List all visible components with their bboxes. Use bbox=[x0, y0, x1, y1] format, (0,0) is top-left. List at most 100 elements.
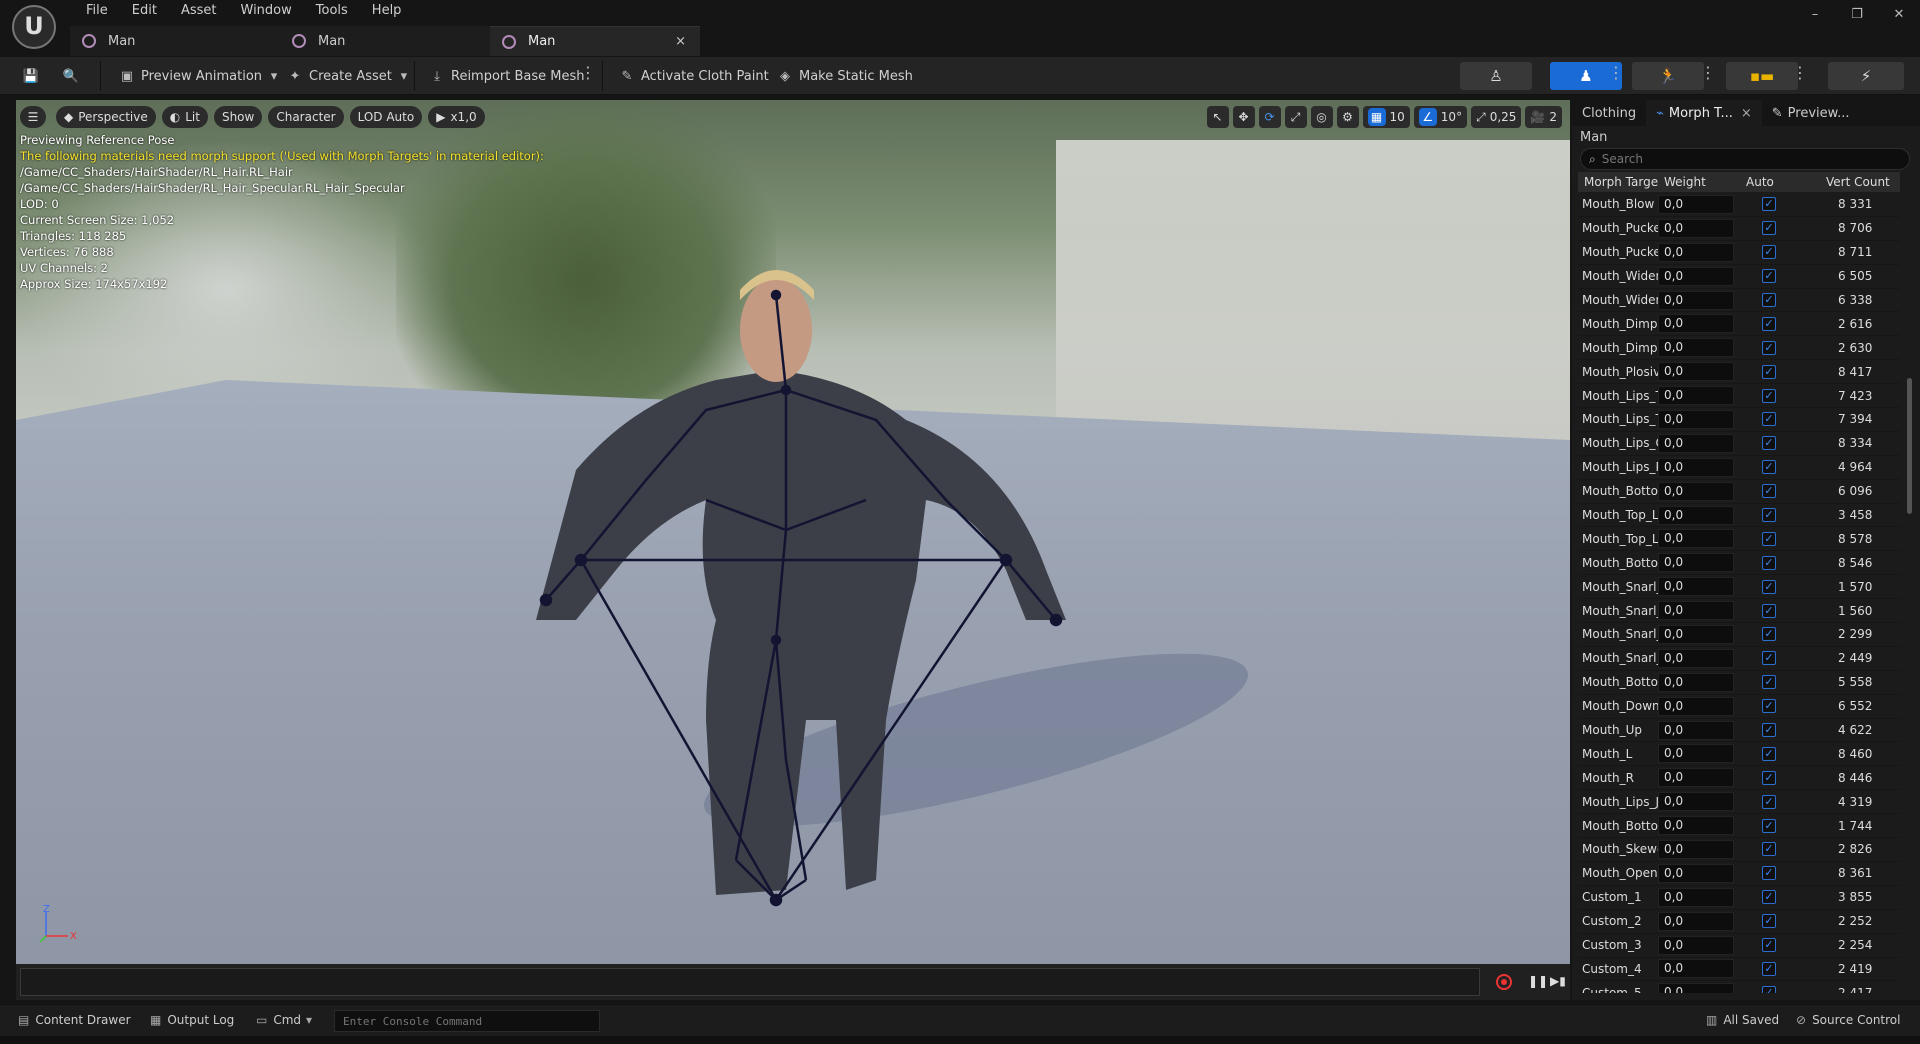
close-tab-icon[interactable]: × bbox=[675, 34, 686, 49]
playback-speed-button[interactable]: ▶ x1,0 bbox=[428, 106, 485, 128]
panel-scrollbar[interactable] bbox=[1907, 378, 1912, 514]
close-tab-icon[interactable]: × bbox=[1741, 106, 1752, 121]
auto-checkbox[interactable]: ✓ bbox=[1762, 866, 1776, 881]
morph-weight-field[interactable]: 0,0 bbox=[1658, 601, 1734, 621]
morph-target-row[interactable]: Mouth_Bottom0,0 ✓ 5 558 bbox=[1578, 671, 1900, 695]
morph-weight-field[interactable]: 0,0 bbox=[1658, 194, 1734, 214]
skeleton-mode-button[interactable]: ♙ bbox=[1460, 62, 1532, 90]
menu-help[interactable]: Help bbox=[360, 3, 414, 19]
search-input[interactable] bbox=[1601, 152, 1892, 166]
blueprint-mode-options-icon[interactable]: ⋮ bbox=[1792, 63, 1808, 82]
morph-weight-field[interactable]: 0,0 bbox=[1658, 242, 1734, 262]
menu-window[interactable]: Window bbox=[229, 3, 304, 19]
morph-target-row[interactable]: Mouth_Plosive0,0 ✓ 8 417 bbox=[1578, 360, 1900, 385]
morph-weight-field[interactable]: 0,0 bbox=[1658, 290, 1734, 310]
auto-checkbox[interactable]: ✓ bbox=[1762, 651, 1776, 666]
camera-speed-button[interactable]: 🎥 2 bbox=[1525, 106, 1562, 128]
morph-weight-field[interactable]: 0,0 bbox=[1658, 386, 1734, 406]
morph-weight-field[interactable]: 0,0 bbox=[1658, 959, 1734, 979]
auto-checkbox[interactable]: ✓ bbox=[1762, 555, 1776, 570]
all-saved-button[interactable]: ▥ All Saved bbox=[1706, 1013, 1779, 1027]
record-button[interactable] bbox=[1496, 974, 1512, 990]
morph-target-row[interactable]: Custom_4 0,0 ✓ 2 419 bbox=[1578, 958, 1900, 982]
morph-target-row[interactable]: Mouth_Blow 0,0 ✓ 8 331 bbox=[1578, 193, 1900, 217]
morph-target-row[interactable]: Mouth_Down 0,0 ✓ 6 552 bbox=[1578, 695, 1900, 719]
morph-target-row[interactable]: Custom_5 0,0 ✓ 2 417 bbox=[1578, 981, 1900, 993]
auto-checkbox[interactable]: ✓ bbox=[1762, 938, 1776, 953]
world-local-icon[interactable]: ◎ bbox=[1310, 106, 1333, 128]
morph-weight-field[interactable]: 0,0 bbox=[1658, 816, 1734, 836]
col-vert-count[interactable]: Vert Count bbox=[1820, 175, 1900, 189]
character-button[interactable]: Character bbox=[268, 106, 344, 128]
pause-button[interactable]: ❚❚ bbox=[1528, 974, 1548, 988]
auto-checkbox[interactable]: ✓ bbox=[1762, 675, 1776, 690]
menu-tools[interactable]: Tools bbox=[304, 3, 360, 19]
morph-target-row[interactable]: Mouth_Snarl_l 0,0 ✓ 1 570 bbox=[1578, 575, 1900, 600]
morph-target-row[interactable]: Mouth_Lips_O 0,0 ✓ 8 334 bbox=[1578, 432, 1900, 456]
morph-target-row[interactable]: Mouth_Snarl_l 0,0 ✓ 2 449 bbox=[1578, 647, 1900, 671]
morph-weight-field[interactable]: 0,0 bbox=[1658, 720, 1734, 740]
morph-weight-field[interactable]: 0,0 bbox=[1658, 792, 1734, 812]
morph-weight-field[interactable]: 0,0 bbox=[1658, 409, 1734, 429]
auto-checkbox[interactable]: ✓ bbox=[1762, 508, 1776, 523]
animation-mode-button[interactable]: 🏃 bbox=[1632, 62, 1704, 90]
morph-target-row[interactable]: Mouth_Snarl_l 0,0 ✓ 2 299 bbox=[1578, 623, 1900, 647]
activate-cloth-paint-button[interactable]: ✎ Activate Cloth Paint bbox=[618, 63, 769, 89]
unreal-logo-icon[interactable]: U bbox=[12, 5, 56, 49]
morph-weight-field[interactable]: 0,0 bbox=[1658, 863, 1734, 883]
morph-weight-field[interactable]: 0,0 bbox=[1658, 672, 1734, 692]
make-static-mesh-button[interactable]: ◈ Make Static Mesh bbox=[776, 63, 913, 89]
menu-file[interactable]: File bbox=[74, 3, 120, 19]
morph-weight-field[interactable]: 0,0 bbox=[1658, 481, 1734, 501]
auto-checkbox[interactable]: ✓ bbox=[1762, 245, 1776, 260]
auto-checkbox[interactable]: ✓ bbox=[1762, 364, 1776, 379]
morph-target-row[interactable]: Mouth_Lips_J 0,0 ✓ 4 319 bbox=[1578, 790, 1900, 815]
morph-weight-field[interactable]: 0,0 bbox=[1658, 983, 1734, 993]
morph-target-row[interactable]: Custom_2 0,0 ✓ 2 252 bbox=[1578, 910, 1900, 934]
morph-target-row[interactable]: Mouth_Lips_P 0,0 ✓ 4 964 bbox=[1578, 456, 1900, 480]
grid-snap-button[interactable]: ▦ 10 bbox=[1362, 106, 1410, 128]
auto-checkbox[interactable]: ✓ bbox=[1762, 412, 1776, 427]
rotate-icon[interactable]: ⟳ bbox=[1258, 106, 1281, 128]
auto-checkbox[interactable]: ✓ bbox=[1762, 961, 1776, 976]
morph-weight-field[interactable]: 0,0 bbox=[1658, 362, 1734, 382]
content-drawer-button[interactable]: ▤ Content Drawer bbox=[18, 1013, 131, 1027]
auto-checkbox[interactable]: ✓ bbox=[1762, 794, 1776, 809]
auto-checkbox[interactable]: ✓ bbox=[1762, 842, 1776, 857]
morph-weight-field[interactable]: 0,0 bbox=[1658, 314, 1734, 334]
morph-weight-field[interactable]: 0,0 bbox=[1658, 505, 1734, 525]
morph-target-row[interactable]: Mouth_L 0,0 ✓ 8 460 bbox=[1578, 742, 1900, 767]
morph-target-row[interactable]: Mouth_Dimple0,0 ✓ 2 630 bbox=[1578, 336, 1900, 361]
morph-target-row[interactable]: Mouth_Up 0,0 ✓ 4 622 bbox=[1578, 719, 1900, 743]
morph-weight-field[interactable]: 0,0 bbox=[1658, 457, 1734, 477]
auto-checkbox[interactable]: ✓ bbox=[1762, 699, 1776, 714]
auto-checkbox[interactable]: ✓ bbox=[1762, 197, 1776, 212]
morph-target-row[interactable]: Mouth_Snarl_l 0,0 ✓ 1 560 bbox=[1578, 599, 1900, 624]
auto-checkbox[interactable]: ✓ bbox=[1762, 436, 1776, 451]
select-mode-icon[interactable]: ↖ bbox=[1206, 106, 1229, 128]
morph-target-row[interactable]: Mouth_Lips_T 0,0 ✓ 7 423 bbox=[1578, 384, 1900, 409]
morph-target-row[interactable]: Mouth_Top_Li 0,0 ✓ 3 458 bbox=[1578, 504, 1900, 528]
morph-weight-field[interactable]: 0,0 bbox=[1658, 768, 1734, 788]
morph-target-row[interactable]: Mouth_Skewe 0,0 ✓ 2 826 bbox=[1578, 838, 1900, 862]
morph-weight-field[interactable]: 0,0 bbox=[1658, 577, 1734, 597]
scale-icon[interactable]: ⤢ bbox=[1284, 106, 1307, 128]
col-weight[interactable]: Weight bbox=[1658, 175, 1740, 189]
minimize-button[interactable]: – bbox=[1794, 0, 1836, 30]
perspective-button[interactable]: ◆ Perspective bbox=[56, 106, 156, 128]
morph-target-row[interactable]: Mouth_Bottom0,0 ✓ 6 096 bbox=[1578, 480, 1900, 504]
auto-checkbox[interactable]: ✓ bbox=[1762, 627, 1776, 642]
auto-checkbox[interactable]: ✓ bbox=[1762, 770, 1776, 785]
morph-weight-field[interactable]: 0,0 bbox=[1658, 266, 1734, 286]
morph-target-row[interactable]: Mouth_Top_Li 0,0 ✓ 8 578 bbox=[1578, 527, 1900, 552]
morph-weight-field[interactable]: 0,0 bbox=[1658, 553, 1734, 573]
tab-man-2[interactable]: Man bbox=[280, 26, 490, 56]
morph-target-row[interactable]: Mouth_Pucke 0,0 ✓ 8 706 bbox=[1578, 217, 1900, 241]
scale-snap-button[interactable]: ⤢ 0,25 bbox=[1471, 106, 1522, 128]
output-log-button[interactable]: ▦ Output Log bbox=[150, 1013, 234, 1027]
create-asset-button[interactable]: ✦ Create Asset ▾ bbox=[286, 63, 418, 89]
physics-mode-button[interactable]: ⚡ bbox=[1828, 62, 1904, 90]
auto-checkbox[interactable]: ✓ bbox=[1762, 818, 1776, 833]
morph-weight-field[interactable]: 0,0 bbox=[1658, 887, 1734, 907]
source-control-button[interactable]: ⊘ Source Control bbox=[1796, 1013, 1900, 1027]
